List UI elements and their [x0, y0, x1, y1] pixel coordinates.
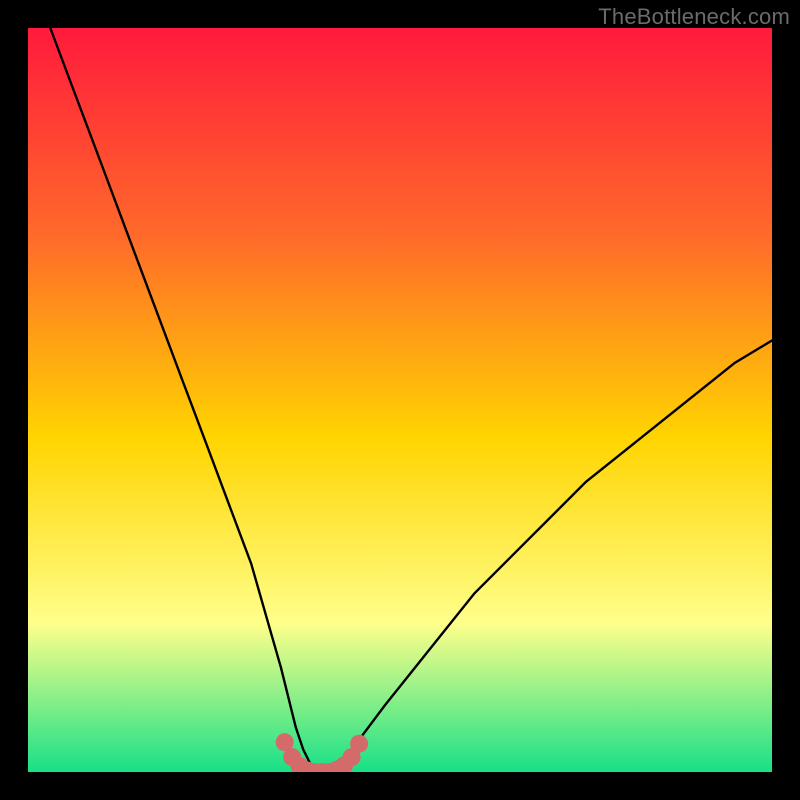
outer-frame: TheBottleneck.com [0, 0, 800, 800]
watermark-text: TheBottleneck.com [598, 4, 790, 30]
optimal-marker [350, 735, 368, 753]
chart-plot-area [28, 28, 772, 772]
chart-svg [28, 28, 772, 772]
gradient-background [28, 28, 772, 772]
